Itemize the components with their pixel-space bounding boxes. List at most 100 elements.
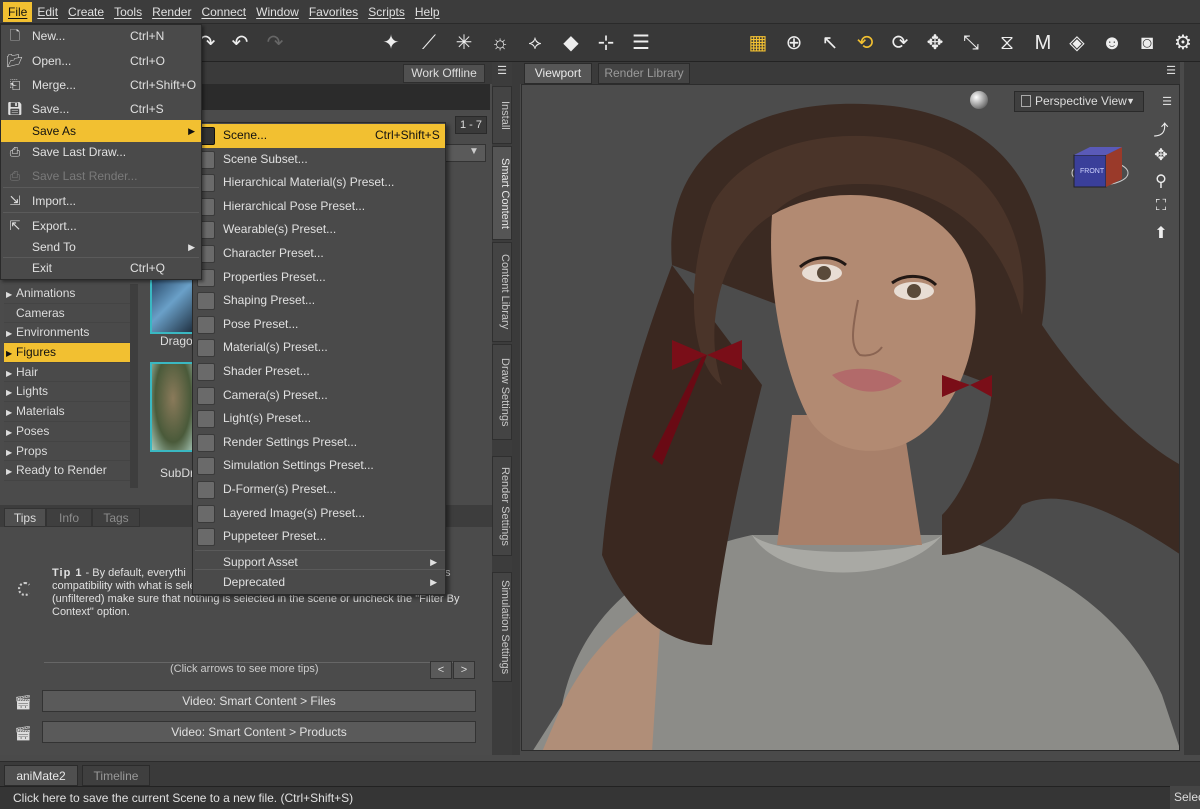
- tab-render-library[interactable]: Render Library: [598, 63, 690, 84]
- save-as-character-item[interactable]: Character Preset...: [193, 242, 445, 266]
- point-light-icon[interactable]: ✳: [451, 30, 477, 56]
- save-as-materials-item[interactable]: Material(s) Preset...: [193, 336, 445, 360]
- category-scrollbar[interactable]: [130, 284, 138, 488]
- category-item[interactable]: ▶ Animations: [4, 284, 130, 304]
- save-as-layered-image-item[interactable]: Layered Image(s) Preset...: [193, 502, 445, 526]
- perspective-view-select[interactable]: Perspective View ▼: [1014, 91, 1144, 112]
- tab-viewport[interactable]: Viewport: [524, 63, 592, 84]
- save-as-scene-subset-item[interactable]: Scene Subset...: [193, 148, 445, 172]
- orbit-camera-icon[interactable]: ⤴: [1150, 119, 1172, 139]
- work-offline-button[interactable]: Work Offline: [403, 64, 485, 83]
- menu-create[interactable]: Create: [63, 2, 109, 22]
- tab-simulation-settings[interactable]: Simulation Settings: [492, 572, 512, 682]
- menu-favorites[interactable]: Favorites: [304, 2, 363, 22]
- transform-gizmo-icon[interactable]: ⊕: [781, 30, 807, 56]
- save-as-scene-item[interactable]: Scene... Ctrl+Shift+S: [193, 124, 445, 148]
- tab-animate2[interactable]: aniMate2: [4, 765, 78, 786]
- tab-draw-settings[interactable]: Draw Settings: [492, 344, 512, 440]
- viewport-pane-menu-icon[interactable]: ☰: [1164, 64, 1178, 78]
- 3d-viewport[interactable]: FRONT ⤴ ✥ ⚲ ⛶ ⬆ ☰: [521, 84, 1180, 751]
- file-send-to-item[interactable]: Send To ▶: [1, 236, 201, 258]
- prev-tip-button[interactable]: <: [430, 661, 452, 679]
- tab-tips[interactable]: Tips: [4, 508, 46, 527]
- figure-tool-icon[interactable]: ☻: [1099, 30, 1125, 56]
- zoom-magnifier-icon[interactable]: ⚲: [1150, 171, 1172, 191]
- distant-light-icon[interactable]: ☼: [487, 30, 513, 56]
- save-as-deprecated-item[interactable]: Deprecated ▶: [193, 571, 445, 595]
- undo-icon[interactable]: ↶: [227, 30, 253, 56]
- file-save-as-item[interactable]: Save As ▶: [1, 120, 201, 142]
- save-as-pose-item[interactable]: Pose Preset...: [193, 313, 445, 337]
- menu-render[interactable]: Render: [147, 2, 196, 22]
- tab-install[interactable]: Install: [492, 86, 512, 144]
- node-tool-icon[interactable]: ◆: [558, 30, 584, 56]
- joint-tool-icon[interactable]: ⧖: [994, 30, 1020, 56]
- save-as-properties-item[interactable]: Properties Preset...: [193, 266, 445, 290]
- linear-light-icon[interactable]: ⟡: [522, 30, 548, 56]
- menu-connect[interactable]: Connect: [196, 2, 251, 22]
- render-camera-icon[interactable]: ◙: [1134, 30, 1160, 56]
- menu-scripts[interactable]: Scripts: [363, 2, 410, 22]
- save-as-simulation-settings-item[interactable]: Simulation Settings Preset...: [193, 454, 445, 478]
- rotate-tool-icon[interactable]: ⟲: [852, 30, 878, 56]
- save-as-dformer-item[interactable]: D-Former(s) Preset...: [193, 478, 445, 502]
- category-item[interactable]: ▶ Poses: [4, 421, 130, 442]
- save-as-hier-pose-item[interactable]: Hierarchical Pose Preset...: [193, 195, 445, 219]
- chevron-down-icon[interactable]: ▼: [466, 146, 482, 160]
- surface-tool-icon[interactable]: ◈: [1064, 30, 1090, 56]
- file-import-item[interactable]: ⇲ Import...: [1, 190, 201, 212]
- file-new-item[interactable]: 🗋︎ New... Ctrl+N: [1, 25, 201, 47]
- render-settings-icon[interactable]: ⚙: [1170, 30, 1196, 56]
- category-item[interactable]: Cameras: [4, 303, 130, 324]
- product-thumbnail[interactable]: [150, 362, 196, 452]
- pane-menu-icon[interactable]: ☰: [494, 64, 510, 78]
- category-item[interactable]: ▶ Hair: [4, 362, 130, 383]
- file-exit-item[interactable]: Exit Ctrl+Q: [1, 257, 201, 279]
- scale-icon[interactable]: ⤡: [958, 30, 984, 56]
- save-as-shaping-item[interactable]: Shaping Preset...: [193, 289, 445, 313]
- tab-tags[interactable]: Tags: [92, 508, 140, 527]
- tab-timeline[interactable]: Timeline: [82, 765, 150, 786]
- file-save-item[interactable]: 💾︎ Save... Ctrl+S: [1, 98, 201, 120]
- save-as-render-settings-item[interactable]: Render Settings Preset...: [193, 431, 445, 455]
- frame-selection-icon[interactable]: ⛶: [1150, 197, 1172, 217]
- video-smart-content-files-button[interactable]: Video: Smart Content > Files: [42, 690, 476, 712]
- save-as-shader-item[interactable]: Shader Preset...: [193, 360, 445, 384]
- video-smart-content-products-button[interactable]: Video: Smart Content > Products: [42, 721, 476, 743]
- reset-view-icon[interactable]: ⬆: [1150, 223, 1172, 243]
- render-grid-icon[interactable]: ▦: [745, 30, 771, 56]
- orbit-icon[interactable]: ⟳: [887, 30, 913, 56]
- save-as-puppeteer-item[interactable]: Puppeteer Preset...: [193, 525, 445, 549]
- tab-render-settings[interactable]: Render Settings: [492, 456, 512, 556]
- morph-tool-icon[interactable]: M: [1030, 30, 1056, 56]
- camera-add-icon[interactable]: ✦: [378, 30, 404, 56]
- menu-window[interactable]: Window: [251, 2, 304, 22]
- file-export-item[interactable]: ⇱ Export...: [1, 215, 201, 237]
- spotlight-icon[interactable]: ⟋: [416, 30, 442, 56]
- tab-content-library[interactable]: Content Library: [492, 242, 512, 342]
- category-item[interactable]: ▶ Props: [4, 441, 130, 462]
- save-as-camera-item[interactable]: Camera(s) Preset...: [193, 384, 445, 408]
- draw-style-sphere-icon[interactable]: [970, 91, 988, 109]
- select-arrow-icon[interactable]: ↖: [817, 30, 843, 56]
- menu-file[interactable]: File: [3, 1, 33, 22]
- search-row[interactable]: [200, 84, 490, 110]
- menu-help[interactable]: Help: [410, 2, 445, 22]
- next-tip-button[interactable]: >: [453, 661, 475, 679]
- pane-splitter[interactable]: [512, 62, 520, 755]
- category-item[interactable]: ▶ Lights: [4, 382, 130, 403]
- file-save-last-draw-item[interactable]: ⎙ Save Last Draw...: [1, 141, 201, 163]
- menu-edit[interactable]: Edit: [32, 2, 63, 22]
- category-item[interactable]: ▶ Materials: [4, 402, 130, 422]
- move-icon[interactable]: ✥: [922, 30, 948, 56]
- tab-info[interactable]: Info: [46, 508, 92, 527]
- product-thumbnail[interactable]: [150, 278, 196, 334]
- save-as-wearable-item[interactable]: Wearable(s) Preset...: [193, 218, 445, 242]
- view-cube[interactable]: FRONT: [1070, 143, 1130, 203]
- layout-icon[interactable]: ☰: [628, 30, 654, 56]
- save-as-light-item[interactable]: Light(s) Preset...: [193, 407, 445, 431]
- category-item[interactable]: ▶ Ready to Render: [4, 461, 130, 481]
- viewport-options-icon[interactable]: ☰: [1158, 95, 1176, 109]
- menu-tools[interactable]: Tools: [109, 2, 147, 22]
- redo-icon[interactable]: ↷: [262, 30, 288, 56]
